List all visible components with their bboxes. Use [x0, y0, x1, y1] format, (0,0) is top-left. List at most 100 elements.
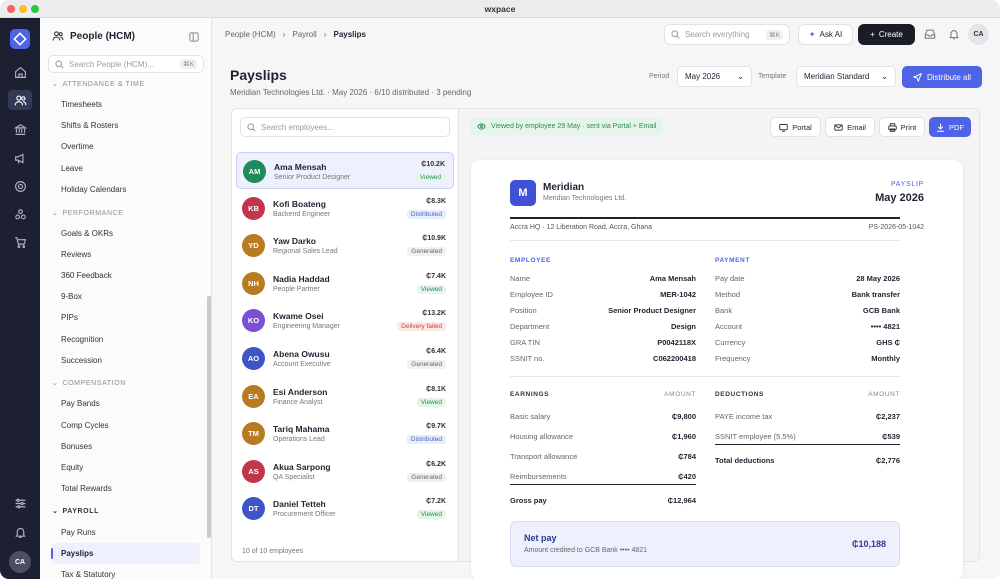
- status-badge: Viewed: [415, 173, 445, 182]
- bell-icon[interactable]: [12, 524, 28, 540]
- sidebar-item-timesheets[interactable]: Timesheets: [61, 100, 102, 109]
- employee-net-amount: ₵9.7K: [426, 423, 446, 431]
- sidebar-header: People (HCM): [52, 30, 135, 42]
- chevron-down-icon: ⌄: [52, 81, 59, 88]
- app-logo[interactable]: [10, 29, 30, 49]
- sidebar-item-total-rewards[interactable]: Total Rewards: [61, 484, 112, 493]
- employee-row[interactable]: AM Ama Mensah Senior Product Designer ₵10.2…: [236, 152, 454, 189]
- payment-field-label: Account: [715, 322, 743, 331]
- breadcrumb-people[interactable]: People (HCM): [225, 30, 276, 39]
- period-value: May 2026: [685, 72, 721, 81]
- total-deductions-value: ₵2,776: [875, 456, 900, 465]
- employee-search-input[interactable]: Search employees...: [240, 117, 450, 137]
- distribute-all-button[interactable]: Distribute all: [902, 66, 982, 88]
- employee-net-amount: ₵13.2K: [422, 310, 446, 318]
- section-compensation[interactable]: ⌄ COMPENSATION: [52, 379, 126, 388]
- employee-net-amount: ₵7.4K: [426, 272, 446, 280]
- send-icon: [912, 72, 922, 82]
- portal-button[interactable]: Portal: [770, 117, 821, 137]
- status-badge: Distributed: [406, 209, 446, 219]
- bank-icon[interactable]: [12, 121, 28, 137]
- employee-row[interactable]: DT Daniel Tetteh Procurement Officer ₵7.2K V…: [236, 490, 454, 527]
- sidebar-item-shifts[interactable]: Shifts & Rosters: [61, 121, 118, 130]
- employee-field-label: Employee ID: [510, 290, 553, 299]
- employee-row[interactable]: AS Akua Sarpong QA Specialist ₵6.2K Generate…: [236, 453, 454, 490]
- template-select[interactable]: Meridian Standard ⌄: [796, 66, 896, 87]
- collapse-sidebar-icon[interactable]: [189, 32, 199, 42]
- employee-name: Yaw Darko: [273, 236, 316, 247]
- employee-row[interactable]: YD Yaw Darko Regional Sales Lead ₵10.9K Gene…: [236, 227, 454, 264]
- earning-label: Transport allowance: [510, 452, 578, 461]
- sidebar-item-payslips[interactable]: Payslips: [51, 543, 200, 564]
- breadcrumb-payroll[interactable]: Payroll: [292, 30, 316, 39]
- employee-row[interactable]: KB Kofi Boateng Backend Engineer ₵8.3K Distr…: [236, 190, 454, 227]
- sidebar-item-bonuses[interactable]: Bonuses: [61, 442, 92, 451]
- sidebar-search-input[interactable]: Search People (HCM)... ⌘K: [48, 55, 204, 73]
- status-badge: Generated: [407, 472, 446, 482]
- employee-row[interactable]: EA Esi Anderson Finance Analyst ₵8.1K Viewed: [236, 378, 454, 415]
- sliders-icon[interactable]: [12, 495, 28, 511]
- sidebar-item-9box[interactable]: 9-Box: [61, 292, 82, 301]
- sidebar-item-reviews[interactable]: Reviews: [61, 250, 91, 259]
- earning-value: ₵420: [678, 472, 696, 481]
- earning-label: Basic salary: [510, 412, 551, 421]
- support-icon[interactable]: [12, 178, 28, 194]
- sidebar-item-equity[interactable]: Equity: [61, 463, 83, 472]
- sidebar-item-360[interactable]: 360 Feedback: [61, 271, 112, 280]
- create-label: Create: [878, 30, 903, 39]
- employee-row[interactable]: AO Abena Owusu Account Executive ₵6.4K Gener…: [236, 340, 454, 377]
- employee-net-amount: ₵7.2K: [426, 498, 446, 506]
- deduction-label: SSNIT employee (5.5%): [715, 432, 796, 441]
- viewed-banner: Viewed by employee 29 May · sent via Por…: [470, 118, 664, 135]
- employee-name: Nadia Haddad: [273, 273, 330, 284]
- sidebar-item-recognition[interactable]: Recognition: [61, 335, 103, 344]
- employee-field-value: P0042118X: [657, 338, 696, 347]
- sidebar-item-pay-bands[interactable]: Pay Bands: [61, 399, 100, 408]
- sidebar-item-holiday-calendars[interactable]: Holiday Calendars: [61, 185, 126, 194]
- sidebar-item-overtime[interactable]: Overtime: [61, 142, 93, 151]
- employee-avatar: TM: [242, 422, 265, 446]
- employee-net-amount: ₵6.2K: [426, 460, 446, 468]
- sidebar-item-tax[interactable]: Tax & Statutory: [61, 570, 115, 579]
- bell-icon[interactable]: [948, 28, 960, 40]
- search-icon: [247, 122, 256, 132]
- sidebar-item-comp-cycles[interactable]: Comp Cycles: [61, 421, 109, 430]
- sidebar-item-leave[interactable]: Leave: [61, 164, 83, 173]
- payment-field-label: Frequency: [715, 354, 751, 363]
- create-button[interactable]: + Create: [858, 24, 915, 45]
- user-avatar[interactable]: CA: [968, 24, 989, 45]
- employee-role: Finance Analyst: [273, 398, 323, 406]
- sidebar-item-succession[interactable]: Succession: [61, 356, 102, 365]
- payslip-document: M Meridian Meridian Technologies Ltd. PA…: [471, 160, 963, 579]
- status-badge: Viewed: [416, 510, 446, 520]
- section-payroll[interactable]: ⌄ PAYROLL: [52, 507, 99, 516]
- mail-icon: [834, 123, 843, 131]
- employee-row[interactable]: KO Kwame Osei Engineering Manager ₵13.2K Del…: [236, 302, 454, 339]
- inbox-icon[interactable]: [924, 28, 936, 40]
- modules-icon[interactable]: [12, 206, 28, 222]
- print-button[interactable]: Print: [879, 117, 925, 137]
- sidebar-item-pips[interactable]: PIPs: [61, 313, 78, 322]
- employee-avatar: KB: [242, 196, 265, 220]
- global-search-input[interactable]: Search everything ⌘K: [664, 24, 790, 45]
- email-button[interactable]: Email: [825, 117, 875, 137]
- employee-list-panel: Search employees... AM Ama Mensah Senior P…: [231, 108, 458, 562]
- payslip-preview-panel: Viewed by employee 29 May · sent via Por…: [458, 108, 980, 579]
- cart-icon[interactable]: [12, 234, 28, 250]
- user-avatar[interactable]: CA: [9, 551, 31, 573]
- ask-ai-button[interactable]: ✦ Ask AI: [798, 24, 853, 45]
- company-logo: M: [510, 180, 536, 206]
- people-icon[interactable]: [8, 90, 32, 110]
- sidebar-item-pay-runs[interactable]: Pay Runs: [61, 528, 96, 537]
- employee-row[interactable]: TM Tariq Mahama Operations Lead ₵9.7K Distri…: [236, 415, 454, 452]
- home-icon[interactable]: [12, 64, 28, 80]
- net-pay-label: Net pay: [524, 533, 557, 543]
- pdf-download-button[interactable]: PDF: [929, 117, 971, 137]
- megaphone-icon[interactable]: [12, 150, 28, 166]
- sidebar-item-goals[interactable]: Goals & OKRs: [61, 229, 113, 238]
- section-attendance[interactable]: ⌄ ATTENDANCE & TIME: [52, 80, 145, 89]
- period-select[interactable]: May 2026 ⌄: [677, 66, 752, 87]
- employee-row[interactable]: NH Nadia Haddad People Partner ₵7.4K Viewed: [236, 265, 454, 302]
- section-performance[interactable]: ⌄ PERFORMANCE: [52, 209, 124, 218]
- sidebar-scrollbar[interactable]: [207, 296, 211, 538]
